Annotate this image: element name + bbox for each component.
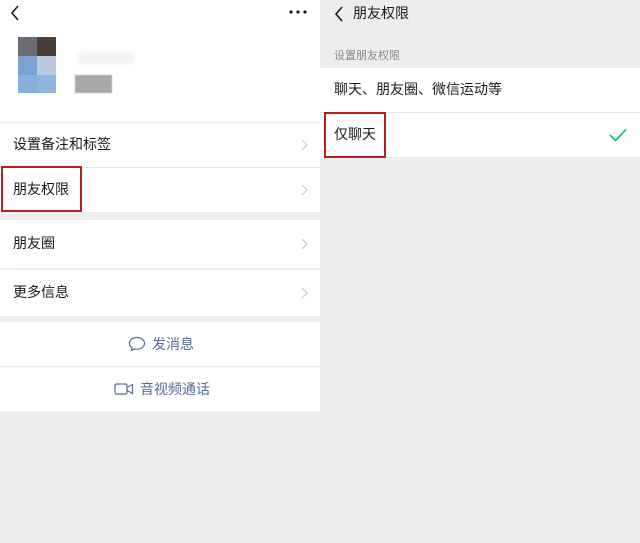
page-title: 朋友权限: [353, 6, 409, 22]
video-call-button[interactable]: 音视频通话: [0, 367, 320, 411]
send-message-label: 发消息: [152, 337, 194, 353]
profile-header: [0, 0, 320, 122]
back-button[interactable]: [330, 4, 350, 24]
more-options-button[interactable]: [286, 4, 310, 20]
blurred-id: [75, 75, 112, 93]
video-call-label: 音视频通话: [140, 382, 210, 398]
menu-item-label: 更多信息: [13, 285, 69, 301]
blurred-name: [78, 53, 134, 64]
chevron-right-icon: [301, 238, 308, 250]
chevron-right-icon: [301, 139, 308, 151]
chevron-left-icon: [334, 6, 343, 22]
option-chat-moments-werun[interactable]: 聊天、朋友圈、微信运动等: [320, 68, 640, 112]
more-dots-icon: [289, 10, 307, 14]
screen: 设置备注和标签 朋友权限 朋友圈 更多信息 发消息 音视频通话 朋友权限 设置朋…: [0, 0, 640, 543]
back-button[interactable]: [6, 3, 26, 23]
friend-permissions-pane: 朋友权限 设置朋友权限 聊天、朋友圈、微信运动等 仅聊天: [320, 0, 640, 543]
chevron-left-icon: [10, 5, 19, 21]
section-gap: [0, 212, 320, 219]
nav-bar: 朋友权限: [320, 0, 640, 28]
menu-item-more-info[interactable]: 更多信息: [0, 270, 320, 316]
highlight-box: [1, 166, 82, 212]
chevron-right-icon: [301, 287, 308, 299]
menu-item-moments[interactable]: 朋友圈: [0, 220, 320, 268]
checkmark-icon: [609, 128, 627, 142]
chat-bubble-icon: [128, 336, 146, 352]
highlight-box: [324, 112, 386, 158]
avatar-image: [18, 37, 56, 93]
option-label: 聊天、朋友圈、微信运动等: [334, 82, 502, 98]
menu-item-label: 设置备注和标签: [13, 137, 111, 153]
contact-profile-pane: 设置备注和标签 朋友权限 朋友圈 更多信息 发消息 音视频通话: [0, 0, 320, 543]
chevron-right-icon: [301, 184, 308, 196]
video-camera-icon: [114, 383, 134, 395]
section-hint: 设置朋友权限: [334, 49, 400, 62]
send-message-button[interactable]: 发消息: [0, 322, 320, 366]
avatar[interactable]: [18, 37, 56, 93]
menu-item-remarks-tags[interactable]: 设置备注和标签: [0, 123, 320, 167]
menu-item-label: 朋友圈: [13, 236, 55, 252]
